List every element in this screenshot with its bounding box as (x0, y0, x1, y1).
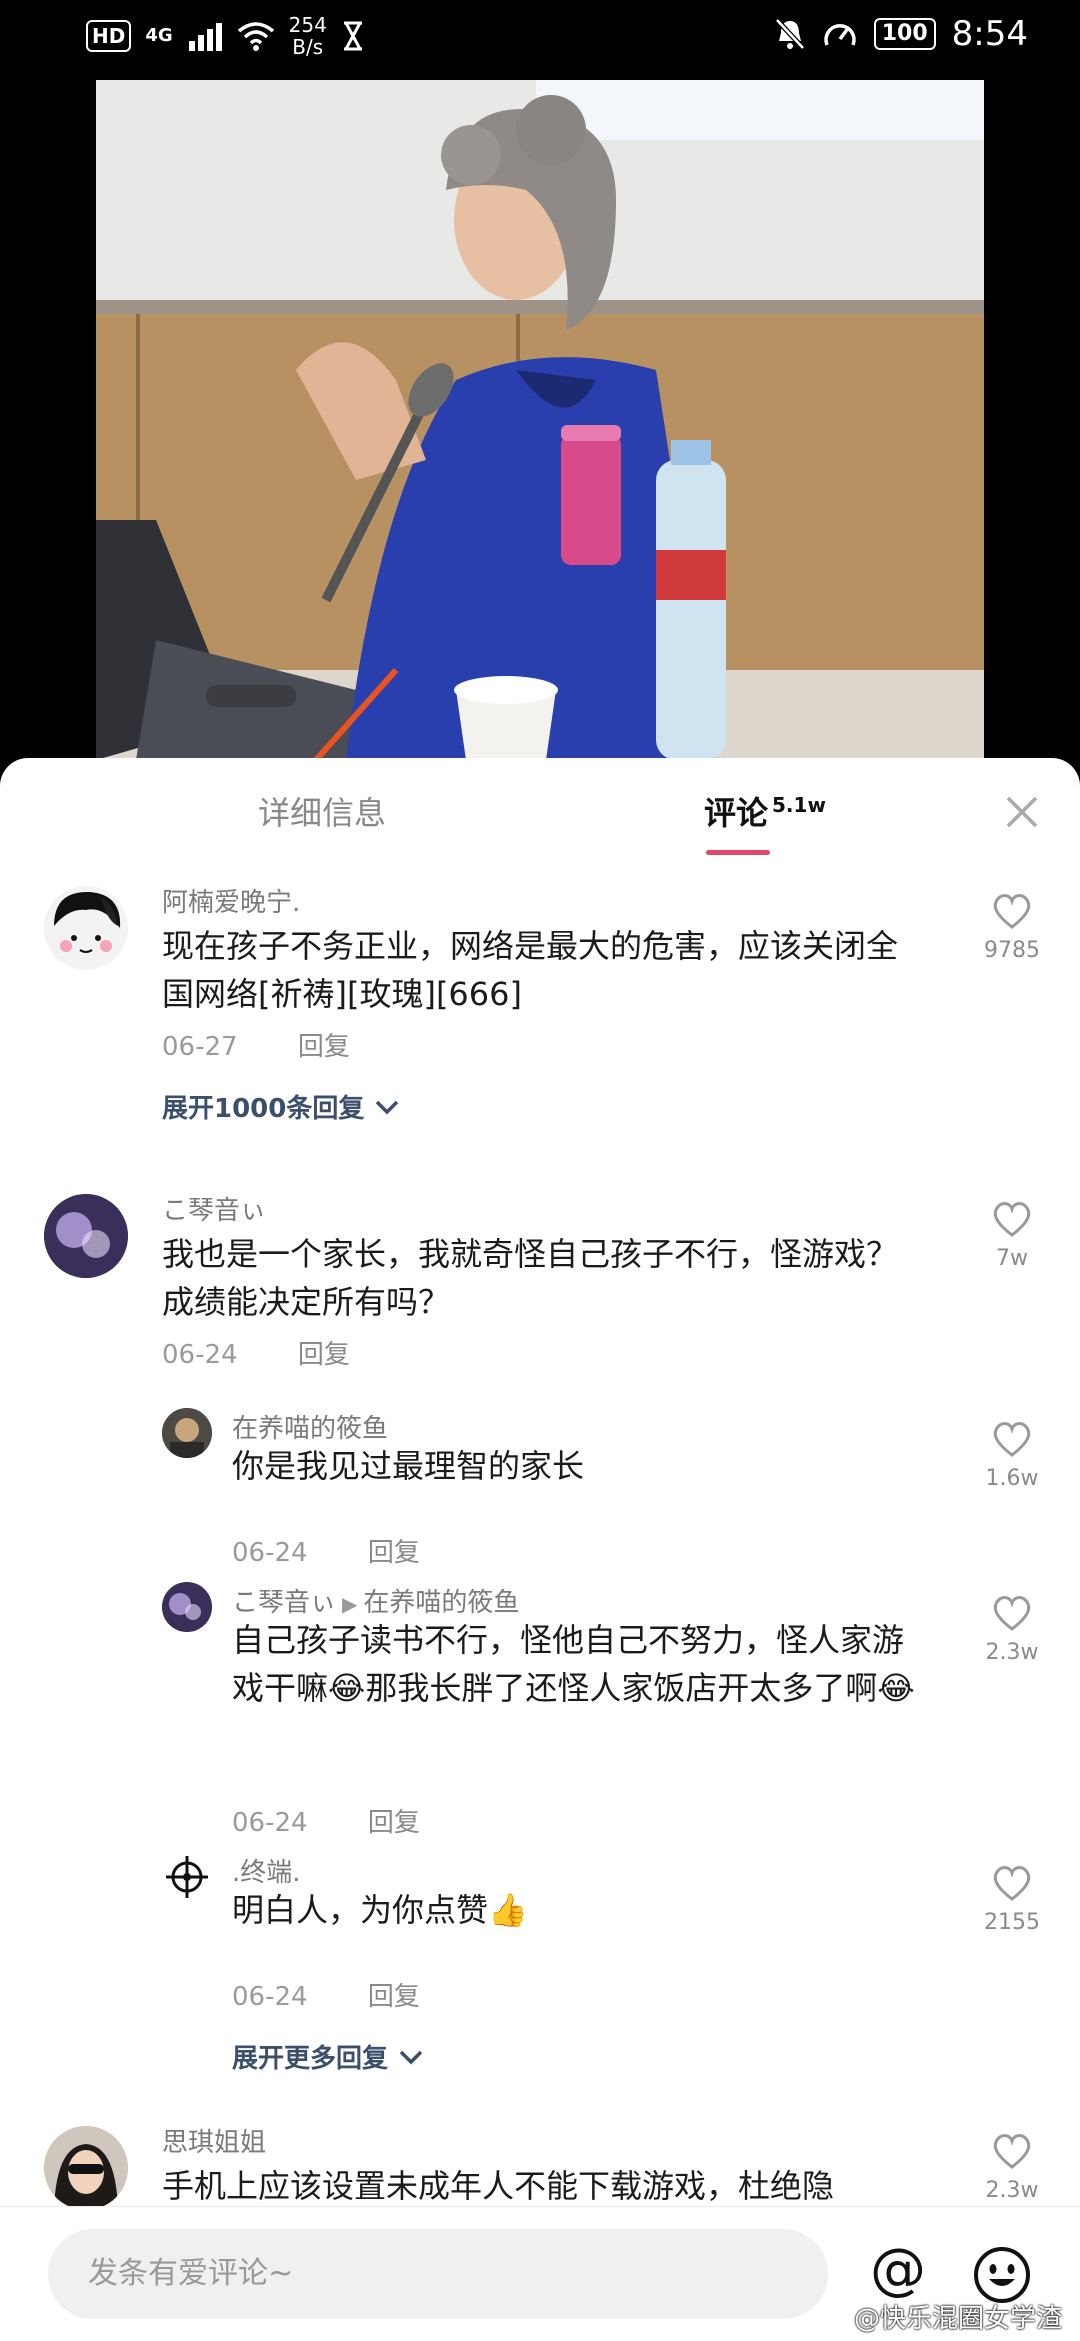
reply-button[interactable]: 回复 (368, 1982, 420, 2012)
watermark: @快乐混圈女学渣 (853, 2304, 1062, 2334)
battery-indicator: 100 (873, 18, 936, 50)
reply-button[interactable]: 回复 (368, 1808, 420, 1838)
reply-text: 自己孩子读书不行，怪他自己不努力，怪人家游戏干嘛😂那我长胖了还怪人家饭店开太多了… (232, 1621, 915, 1707)
mention-icon[interactable]: @ (870, 2237, 926, 2302)
video-player[interactable] (96, 80, 984, 760)
hd-indicator: HD (86, 20, 132, 52)
heart-icon (993, 2134, 1031, 2169)
like-count: 1.6w (985, 1466, 1039, 1491)
reply-button[interactable]: 回复 (368, 1538, 420, 1568)
tab-comments-label: 评论 (704, 794, 769, 832)
comment-input[interactable]: 发条有爱评论~ (48, 2229, 828, 2319)
speedometer-icon (823, 24, 856, 46)
avatar[interactable] (44, 2126, 128, 2210)
emoji-icon[interactable] (972, 2245, 1032, 2305)
comment-text: 我也是一个家长，我就奇怪自己孩子不行，怪游戏？成绩能决定所有吗？ (162, 1235, 899, 1321)
heart-icon (993, 894, 1031, 929)
comment-meta: 06-27 回复 (162, 1026, 350, 1063)
reply-meta: 06-24 回复 (232, 1802, 420, 1839)
mute-bell-icon (774, 18, 805, 50)
like-count: 2155 (984, 1910, 1040, 1935)
tab-bar: 详细信息 评论 5.1w (0, 758, 1080, 868)
comment-username[interactable]: 思琪姐姐 (162, 2122, 266, 2159)
reply-username[interactable]: こ琴音ぃ (232, 1588, 336, 1618)
expand-more-replies-button[interactable]: 展开更多回复 (232, 2038, 425, 2075)
heart-icon (993, 1866, 1031, 1901)
comment-username[interactable]: 阿楠爱晚宁. (162, 882, 300, 919)
like-button[interactable]: 1.6w (972, 1420, 1052, 1491)
chevron-down-icon (376, 1100, 399, 1115)
comment-text: 现在孩子不务正业，网络是最大的危害，应该关闭全国网络[祈祷][玫瑰][666] (162, 927, 899, 1013)
hourglass-icon (343, 21, 362, 51)
wifi-icon (237, 22, 274, 51)
reply-to-username[interactable]: 在养喵的筱鱼 (363, 1588, 519, 1618)
reply-text: 明白人，为你点赞👍 (232, 1891, 528, 1929)
reply-meta: 06-24 回复 (232, 1532, 420, 1569)
like-count: 2.3w (985, 2178, 1039, 2203)
comment-text: 手机上应该设置未成年人不能下载游戏，杜绝隐 (162, 2167, 835, 2205)
avatar[interactable] (162, 1852, 212, 1902)
reply-username[interactable]: .终端. (232, 1852, 301, 1889)
heart-icon (993, 1422, 1031, 1457)
comment-meta: 06-24 回复 (162, 1334, 350, 1371)
net-speed: 254 B/s (288, 13, 327, 59)
like-button[interactable]: 9785 (972, 892, 1052, 963)
network-type: 4G (145, 25, 173, 46)
avatar[interactable] (162, 1408, 212, 1458)
chevron-down-icon (399, 2050, 423, 2065)
reply-arrow-icon: ▶ (342, 1592, 358, 1616)
video-frame (96, 80, 984, 760)
comment-date: 06-27 (162, 1032, 238, 1062)
expand-replies-button[interactable]: 展开1000条回复 (162, 1088, 401, 1125)
heart-icon (993, 1202, 1031, 1237)
comment-username[interactable]: こ琴音ぃ (162, 1190, 266, 1227)
like-count: 2.3w (985, 1640, 1039, 1665)
like-button[interactable]: 2155 (972, 1864, 1052, 1935)
active-tab-indicator (706, 850, 770, 855)
close-icon[interactable] (992, 782, 1052, 842)
expand-replies-label: 展开1000条回复 (162, 1094, 365, 1124)
reply-date: 06-24 (232, 1982, 308, 2012)
like-button[interactable]: 2.3w (972, 2132, 1052, 2203)
reply-date: 06-24 (232, 1538, 308, 1568)
reply-button[interactable]: 回复 (298, 1340, 350, 1370)
avatar[interactable] (44, 1194, 128, 1278)
like-button[interactable]: 2.3w (972, 1594, 1052, 1665)
heart-icon (993, 1596, 1031, 1631)
reply-username[interactable]: 在养喵的筱鱼 (232, 1408, 388, 1445)
status-bar: HD 4G 254 B/s 100 8:54 (0, 0, 1080, 80)
like-count: 9785 (984, 938, 1040, 963)
like-count: 7w (996, 1246, 1028, 1271)
comment-date: 06-24 (162, 1340, 238, 1370)
like-button[interactable]: 7w (972, 1200, 1052, 1271)
tab-details[interactable]: 详细信息 (258, 788, 386, 834)
reply-text: 你是我见过最理智的家长 (232, 1447, 585, 1485)
reply-meta: 06-24 回复 (232, 1976, 420, 2013)
comment-sheet: 详细信息 评论 5.1w 阿楠爱晚宁. 现在孩子不务正业，网络是最大的危害，应该关… (0, 758, 1080, 2340)
expand-more-label: 展开更多回复 (232, 2044, 389, 2074)
reply-date: 06-24 (232, 1808, 308, 1838)
tab-comments[interactable]: 评论 5.1w (704, 788, 826, 834)
signal-icon (188, 23, 222, 51)
avatar[interactable] (44, 886, 128, 970)
reply-username-line: こ琴音ぃ ▶ 在养喵的筱鱼 (232, 1582, 519, 1619)
avatar[interactable] (162, 1582, 212, 1632)
crosshair-icon (166, 1856, 208, 1898)
clock: 8:54 (951, 14, 1028, 54)
reply-button[interactable]: 回复 (298, 1032, 350, 1062)
comments-count: 5.1w (772, 793, 826, 818)
